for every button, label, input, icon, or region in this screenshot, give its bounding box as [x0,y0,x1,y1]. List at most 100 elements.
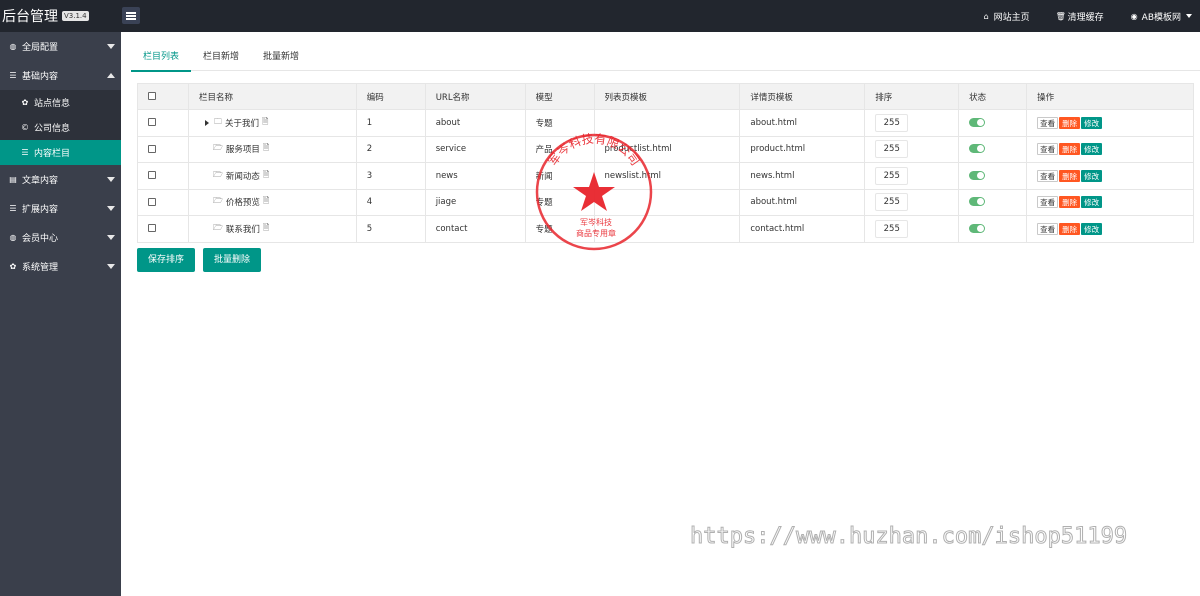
sidebar-item-company-info[interactable]: © 公司信息 [0,115,121,140]
cell-actions: 查看 删除 修改 [1026,162,1194,190]
sidebar-item-basic-content[interactable]: ☰ 基础内容 [0,61,121,90]
sidebar-item-global-config[interactable]: ◍ 全局配置 [0,32,121,61]
cell-url: service [424,135,526,163]
header-cell: URL名称 [424,83,526,110]
cell-actions: 查看 删除 修改 [1026,188,1194,216]
row-select[interactable] [137,162,189,190]
cell-sort: 255 [864,162,960,190]
status-toggle[interactable] [969,117,986,127]
chevron-down-icon [107,264,115,269]
gear-icon: ✿ [21,98,29,107]
cell-name: 🗁 服务项目 🗎 [187,135,357,163]
view-button[interactable]: 查看 [1037,143,1059,156]
cell-detail-template: about.html [739,109,866,137]
cell-code: 2 [355,135,426,163]
table-header-row: 栏目名称 编码 URL名称 模型 列表页模板 详情页模板 排序 状态 操作 [137,83,1194,110]
sidebar-item-system[interactable]: ✿ 系统管理 [0,252,121,281]
header-links: ⌂ 网站主页 🗑 清理缓存 ◉ AB模板网 [982,0,1192,32]
delete-button[interactable]: 删除 [1059,196,1081,209]
sidebar-item-site-info[interactable]: ✿ 站点信息 [0,90,121,115]
sort-input[interactable]: 255 [875,219,909,238]
sidebar-item-label: 内容栏目 [34,149,71,159]
cell-name: 🗀 关于我们 🗎 [187,109,357,137]
status-toggle[interactable] [969,197,986,207]
globe-icon: ◍ [9,42,17,51]
home-link[interactable]: ⌂ 网站主页 [982,10,1030,23]
version-badge: V3.1.4 [62,11,89,21]
company-seal: 军岑科技有限公司 军岑科技 商品专用章 [535,132,653,251]
folder-icon: 🗁 [212,143,223,153]
user-menu[interactable]: ◉ AB模板网 [1130,10,1192,23]
edit-button[interactable]: 修改 [1081,169,1103,182]
sidebar-item-label: 全局配置 [22,43,59,53]
sort-input[interactable]: 255 [875,113,909,132]
chevron-down-icon [107,177,115,182]
cell-status [958,109,1028,137]
column-name: 关于我们 [224,118,259,129]
view-button[interactable]: 查看 [1037,196,1059,209]
sidebar-item-extensions[interactable]: ☰ 扩展内容 [0,194,121,223]
status-toggle[interactable] [969,170,986,180]
checkbox[interactable] [148,144,156,153]
seal-line-2: 商品专用章 [576,228,616,238]
watermark: https://www.huzhan.com/ishop51199 [689,524,1128,550]
edit-button[interactable]: 修改 [1081,143,1103,156]
sidebar-item-members[interactable]: ◍ 会员中心 [0,223,121,252]
view-button[interactable]: 查看 [1037,169,1059,182]
cell-name: 🗁 新闻动态 🗎 [187,162,357,190]
row-select[interactable] [137,135,189,163]
edit-button[interactable]: 修改 [1081,222,1103,235]
row-select[interactable] [137,188,189,216]
hamburger-icon [126,11,136,20]
cell-sort: 255 [864,188,960,216]
sidebar-item-articles[interactable]: ▤ 文章内容 [0,165,121,194]
file-icon: ▤ [9,175,17,184]
batch-delete-button[interactable]: 批量删除 [203,248,262,272]
tab-batch-add[interactable]: 批量新增 [251,48,311,71]
clear-cache-link[interactable]: 🗑 清理缓存 [1056,10,1104,23]
cell-actions: 查看 删除 修改 [1026,135,1194,163]
status-toggle[interactable] [969,144,986,154]
delete-button[interactable]: 删除 [1059,143,1081,156]
document-icon: 🗎 [261,116,269,126]
document-icon: 🗎 [262,169,270,179]
delete-button[interactable]: 删除 [1059,169,1081,182]
view-button[interactable]: 查看 [1037,222,1059,235]
save-sort-button[interactable]: 保存排序 [137,248,196,272]
status-toggle[interactable] [969,223,986,233]
sidebar-item-label: 扩展内容 [22,205,59,215]
header-cell: 编码 [355,83,426,110]
cell-detail-template: contact.html [739,215,866,243]
edit-button[interactable]: 修改 [1081,196,1103,209]
folder-icon: 🗁 [212,169,223,179]
cell-code: 5 [355,215,426,243]
sort-input[interactable]: 255 [875,193,909,212]
sliders-icon: ☰ [9,71,17,80]
view-button[interactable]: 查看 [1037,116,1059,129]
sort-input[interactable]: 255 [875,140,909,159]
menu-toggle-button[interactable] [122,7,140,24]
row-select[interactable] [137,215,189,243]
header-select-all[interactable] [137,83,189,110]
home-icon: ⌂ [983,11,989,21]
checkbox[interactable] [148,197,156,206]
list-icon: ☰ [21,148,29,157]
checkbox[interactable] [148,118,156,127]
chevron-down-icon [107,44,115,49]
sort-input[interactable]: 255 [875,166,909,185]
cell-status [958,215,1028,243]
checkbox[interactable] [148,224,156,233]
row-select[interactable] [137,109,189,137]
tab-column-list[interactable]: 栏目列表 [131,48,192,72]
checkbox[interactable] [148,92,156,100]
cell-code: 1 [355,109,426,137]
checkbox[interactable] [148,171,156,180]
edit-button[interactable]: 修改 [1081,116,1103,129]
sidebar-item-label: 站点信息 [34,99,71,109]
logo[interactable]: 后台管理 V3.1.4 [0,0,121,32]
sidebar-item-content-columns[interactable]: ☰ 内容栏目 [0,140,121,165]
tab-column-add[interactable]: 栏目新增 [191,48,251,71]
caret-right-icon[interactable] [204,119,209,126]
delete-button[interactable]: 删除 [1059,116,1081,129]
delete-button[interactable]: 删除 [1059,222,1081,235]
